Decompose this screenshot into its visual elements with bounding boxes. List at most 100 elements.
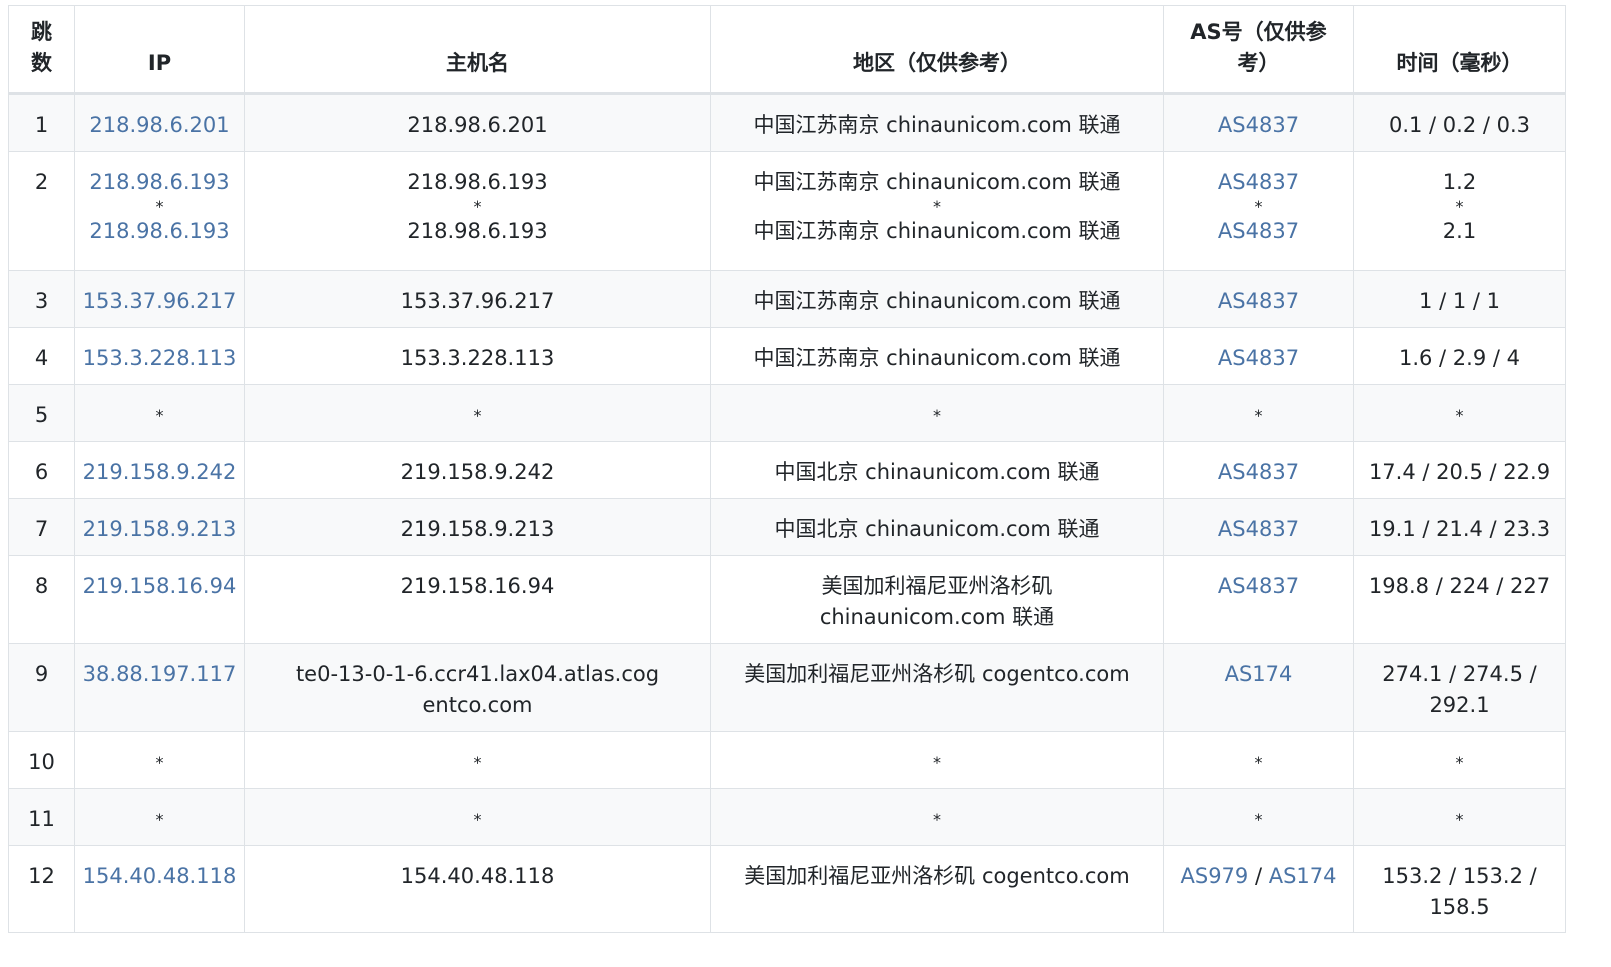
ip-cell: * [74,384,245,442]
header-time: 时间（毫秒） [1353,5,1566,95]
as-cell: AS174 [1163,643,1354,732]
as-link[interactable]: AS4837 [1218,113,1299,137]
as-link[interactable]: AS979 [1181,864,1249,888]
ip-link[interactable]: 219.158.16.94 [83,574,237,598]
as-cell: AS4837 [1163,441,1354,499]
time-star: * [1455,197,1464,216]
ip-link[interactable]: 218.98.6.193 [89,170,229,194]
table-row: 12 154.40.48.118 154.40.48.118 美国加利福尼亚州洛… [8,845,1566,933]
ip-star: * [155,197,164,216]
as-cell: * [1163,731,1354,789]
as-cell: AS4837 [1163,555,1354,644]
as-link[interactable]: AS4837 [1218,460,1299,484]
time-line: 2.1 [1442,219,1477,243]
hop-cell: 8 [8,555,75,644]
as-link[interactable]: AS4837 [1218,346,1299,370]
region-cell: 美国加利福尼亚州洛杉矶 chinaunicom.com 联通 [710,555,1164,644]
region-cell: * [710,731,1164,789]
table-header-row: 跳数 IP 主机名 地区（仅供参考） AS号（仅供参考） 时间（毫秒） [8,5,1566,95]
as-star: * [1254,810,1263,829]
hostname-cell: * [244,788,711,846]
hostname-cell: 219.158.9.213 [244,498,711,556]
table-row: 11 * * * * * [8,788,1566,846]
table-row: 3 153.37.96.217 153.37.96.217 中国江苏南京 chi… [8,270,1566,328]
as-link[interactable]: AS174 [1269,864,1337,888]
time-cell: 1.2 * 2.1 [1353,151,1566,271]
as-cell: AS4837 [1163,270,1354,328]
region-cell: 中国江苏南京 chinaunicom.com 联通 [710,93,1164,152]
as-star: * [1254,753,1263,772]
hop-cell: 2 [8,151,75,271]
hostname-star: * [473,197,482,216]
as-link[interactable]: AS4837 [1218,517,1299,541]
time-cell: 198.8 / 224 / 227 [1353,555,1566,644]
time-cell: 153.2 / 153.2 / 158.5 [1353,845,1566,933]
ip-link[interactable]: 38.88.197.117 [83,662,237,686]
hostname-cell: 218.98.6.193 * 218.98.6.193 [244,151,711,271]
ip-link[interactable]: 154.40.48.118 [83,864,237,888]
hostname-cell: te0-13-0-1-6.ccr41.lax04.atlas.cogentco.… [244,643,711,732]
as-link[interactable]: AS4837 [1218,219,1299,243]
as-cell: AS4837 [1163,327,1354,385]
ip-star: * [155,753,164,772]
hostname-cell: 219.158.16.94 [244,555,711,644]
as-cell: AS4837 * AS4837 [1163,151,1354,271]
hop-cell: 3 [8,270,75,328]
time-cell: 274.1 / 274.5 / 292.1 [1353,643,1566,732]
ip-link[interactable]: 218.98.6.201 [89,113,229,137]
ip-cell: 218.98.6.193 * 218.98.6.193 [74,151,245,271]
ip-cell: 154.40.48.118 [74,845,245,933]
header-hop: 跳数 [8,5,75,95]
ip-link[interactable]: 153.3.228.113 [83,346,237,370]
time-star: * [1455,753,1464,772]
hostname-cell: 153.37.96.217 [244,270,711,328]
as-link[interactable]: AS4837 [1218,170,1299,194]
ip-cell: 218.98.6.201 [74,93,245,152]
ip-cell: * [74,731,245,789]
hostname-cell: 154.40.48.118 [244,845,711,933]
ip-cell: 219.158.9.213 [74,498,245,556]
hop-cell: 4 [8,327,75,385]
as-cell: * [1163,788,1354,846]
hop-cell: 12 [8,845,75,933]
table-row: 10 * * * * * [8,731,1566,789]
hostname-star: * [473,810,482,829]
as-link[interactable]: AS4837 [1218,289,1299,313]
hostname-cell: * [244,731,711,789]
region-cell: 中国江苏南京 chinaunicom.com 联通 [710,270,1164,328]
table-row: 8 219.158.16.94 219.158.16.94 美国加利福尼亚州洛杉… [8,555,1566,644]
time-star: * [1455,406,1464,425]
table-row: 6 219.158.9.242 219.158.9.242 中国北京 china… [8,441,1566,499]
hostname-cell: 219.158.9.242 [244,441,711,499]
region-cell: 美国加利福尼亚州洛杉矶 cogentco.com [710,845,1164,933]
ip-cell: 219.158.16.94 [74,555,245,644]
table-row: 7 219.158.9.213 219.158.9.213 中国北京 china… [8,498,1566,556]
time-star: * [1455,810,1464,829]
as-star: * [1254,406,1263,425]
region-cell: * [710,788,1164,846]
ip-link[interactable]: 153.37.96.217 [83,289,237,313]
ip-cell: 219.158.9.242 [74,441,245,499]
ip-star: * [155,406,164,425]
ip-cell: 153.3.228.113 [74,327,245,385]
table-row: 9 38.88.197.117 te0-13-0-1-6.ccr41.lax04… [8,643,1566,732]
ip-link[interactable]: 219.158.9.242 [83,460,237,484]
as-cell: AS4837 [1163,498,1354,556]
as-cell: AS4837 [1163,93,1354,152]
ip-link[interactable]: 218.98.6.193 [89,219,229,243]
ip-link[interactable]: 219.158.9.213 [83,517,237,541]
as-cell: * [1163,384,1354,442]
as-link[interactable]: AS4837 [1218,574,1299,598]
region-cell: 中国北京 chinaunicom.com 联通 [710,498,1164,556]
table-row: 1 218.98.6.201 218.98.6.201 中国江苏南京 china… [8,93,1566,152]
region-cell: 中国江苏南京 chinaunicom.com 联通 [710,327,1164,385]
region-cell: 中国江苏南京 chinaunicom.com 联通 * 中国江苏南京 china… [710,151,1164,271]
traceroute-table-container: 跳数 IP 主机名 地区（仅供参考） AS号（仅供参考） 时间（毫秒） 1 21… [8,5,1566,933]
region-star: * [933,810,941,829]
hop-cell: 5 [8,384,75,442]
hostname-cell: 153.3.228.113 [244,327,711,385]
header-region: 地区（仅供参考） [710,5,1164,95]
ip-cell: * [74,788,245,846]
as-link[interactable]: AS174 [1225,662,1293,686]
hop-cell: 6 [8,441,75,499]
